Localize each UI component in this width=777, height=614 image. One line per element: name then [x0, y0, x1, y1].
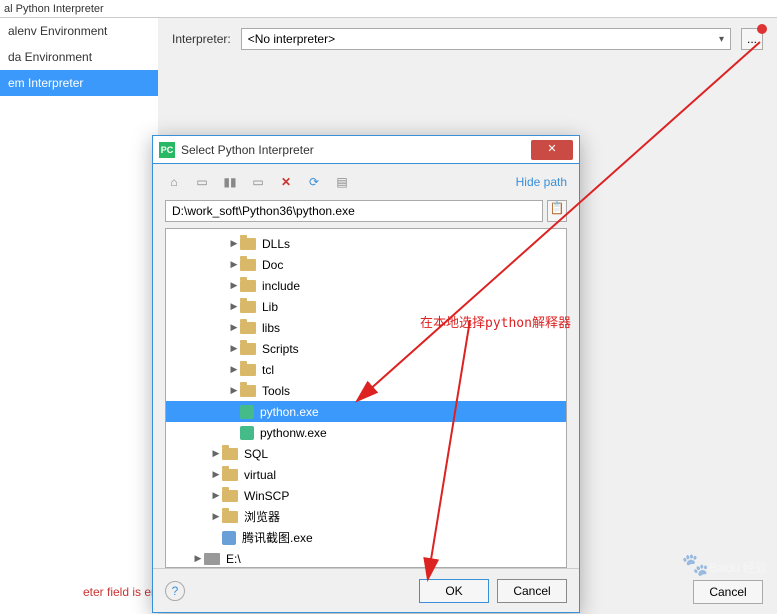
dialog-cancel-button[interactable]: Cancel: [497, 579, 567, 603]
expand-arrow-icon[interactable]: ▶: [228, 238, 240, 249]
folder-icon: [222, 490, 238, 502]
dialog-titlebar[interactable]: PC Select Python Interpreter ✕: [153, 136, 579, 164]
folder-icon: [240, 238, 256, 250]
close-button[interactable]: ✕: [531, 140, 573, 160]
tree-item-label: Tools: [262, 384, 290, 398]
select-interpreter-dialog: PC Select Python Interpreter ✕ ⌂ ▭ ▮▮ ▭ …: [152, 135, 580, 613]
project-icon[interactable]: ▮▮: [221, 173, 239, 191]
pycharm-icon: PC: [159, 142, 175, 158]
expand-arrow-icon[interactable]: ▶: [228, 322, 240, 333]
tree-item-label: virtual: [244, 468, 276, 482]
python-file-icon: [240, 405, 254, 419]
tree-item-label: libs: [262, 321, 280, 335]
tree-item-label: 腾讯截图.exe: [242, 529, 313, 546]
copy-path-icon[interactable]: 📋: [547, 200, 567, 222]
folder-icon: [222, 469, 238, 481]
cancel-button[interactable]: Cancel: [693, 580, 763, 604]
window-header: al Python Interpreter: [0, 0, 777, 18]
hide-path-link[interactable]: Hide path: [516, 175, 567, 189]
expand-arrow-icon[interactable]: ▶: [210, 511, 222, 522]
path-input[interactable]: [165, 200, 543, 222]
tree-item-label: Lib: [262, 300, 278, 314]
dialog-title: Select Python Interpreter: [181, 143, 525, 157]
interpreter-dropdown[interactable]: <No interpreter> ▾: [241, 28, 731, 50]
folder-icon: [222, 511, 238, 523]
expand-arrow-icon[interactable]: ▶: [228, 364, 240, 375]
chevron-down-icon: ▾: [719, 34, 724, 45]
tree-item-label: pythonw.exe: [260, 426, 327, 440]
expand-arrow-icon[interactable]: ▶: [210, 448, 222, 459]
expand-arrow-icon[interactable]: ▶: [192, 553, 204, 564]
tree-row[interactable]: ▶ tcl: [166, 359, 566, 380]
home-icon[interactable]: ⌂: [165, 173, 183, 191]
folder-icon: [240, 343, 256, 355]
folder-icon: [240, 322, 256, 334]
new-folder-icon[interactable]: ▭: [249, 173, 267, 191]
tree-row[interactable]: ▶ Doc: [166, 254, 566, 275]
tree-row[interactable]: ▶ E:\: [166, 548, 566, 568]
expand-arrow-icon[interactable]: ▶: [228, 385, 240, 396]
expand-arrow-icon[interactable]: ▶: [210, 490, 222, 501]
tree-row[interactable]: ▶ DLLs: [166, 233, 566, 254]
tree-item-label: Doc: [262, 258, 283, 272]
tree-item-label: DLLs: [262, 237, 290, 251]
tree-row[interactable]: 腾讯截图.exe: [166, 527, 566, 548]
folder-icon: [240, 280, 256, 292]
sidebar-item-conda[interactable]: da Environment: [0, 44, 158, 70]
python-file-icon: [240, 426, 254, 440]
tree-row[interactable]: ▶ 浏览器: [166, 506, 566, 527]
tree-item-label: Scripts: [262, 342, 299, 356]
drive-icon: [204, 553, 220, 565]
tree-row[interactable]: ▶ virtual: [166, 464, 566, 485]
tree-row[interactable]: python.exe: [166, 401, 566, 422]
folder-icon: [222, 448, 238, 460]
folder-icon: [240, 259, 256, 271]
tree-row[interactable]: ▶ include: [166, 275, 566, 296]
refresh-icon[interactable]: ⟳: [305, 173, 323, 191]
tree-row[interactable]: ▶ SQL: [166, 443, 566, 464]
expand-arrow-icon[interactable]: ▶: [210, 469, 222, 480]
tree-row[interactable]: pythonw.exe: [166, 422, 566, 443]
tree-row[interactable]: ▶ Scripts: [166, 338, 566, 359]
folder-icon: [240, 301, 256, 313]
tree-item-label: WinSCP: [244, 489, 289, 503]
sidebar-item-virtualenv[interactable]: alenv Environment: [0, 18, 158, 44]
tree-row[interactable]: ▶ WinSCP: [166, 485, 566, 506]
expand-arrow-icon[interactable]: ▶: [228, 259, 240, 270]
dialog-toolbar: ⌂ ▭ ▮▮ ▭ ✕ ⟳ ▤ Hide path: [153, 164, 579, 200]
tree-row[interactable]: ▶ Tools: [166, 380, 566, 401]
tree-item-label: python.exe: [260, 405, 319, 419]
delete-icon[interactable]: ✕: [277, 173, 295, 191]
tree-item-label: tcl: [262, 363, 274, 377]
folder-icon: [240, 364, 256, 376]
env-sidebar: alenv Environment da Environment em Inte…: [0, 18, 158, 614]
expand-arrow-icon[interactable]: ▶: [228, 343, 240, 354]
tree-item-label: include: [262, 279, 300, 293]
tree-item-label: E:\: [226, 552, 241, 566]
exe-file-icon: [222, 531, 236, 545]
sidebar-item-system[interactable]: em Interpreter: [0, 70, 158, 96]
interpreter-label: Interpreter:: [172, 32, 231, 46]
expand-arrow-icon[interactable]: ▶: [228, 301, 240, 312]
show-hidden-icon[interactable]: ▤: [333, 173, 351, 191]
interpreter-browse-button[interactable]: ...: [741, 28, 763, 50]
interpreter-value: <No interpreter>: [248, 32, 335, 46]
ok-button[interactable]: OK: [419, 579, 489, 603]
expand-arrow-icon[interactable]: ▶: [228, 280, 240, 291]
folder-icon: [240, 385, 256, 397]
help-icon[interactable]: ?: [165, 581, 185, 601]
desktop-icon[interactable]: ▭: [193, 173, 211, 191]
error-indicator-icon: [757, 24, 767, 34]
tree-item-label: SQL: [244, 447, 268, 461]
annotation-text: 在本地选择python解释器: [420, 312, 571, 331]
tree-item-label: 浏览器: [244, 508, 280, 525]
file-tree[interactable]: ▶ DLLs ▶ Doc ▶ include ▶ Lib ▶ libs ▶ Scripts ▶ tcl ▶ T…: [165, 228, 567, 568]
